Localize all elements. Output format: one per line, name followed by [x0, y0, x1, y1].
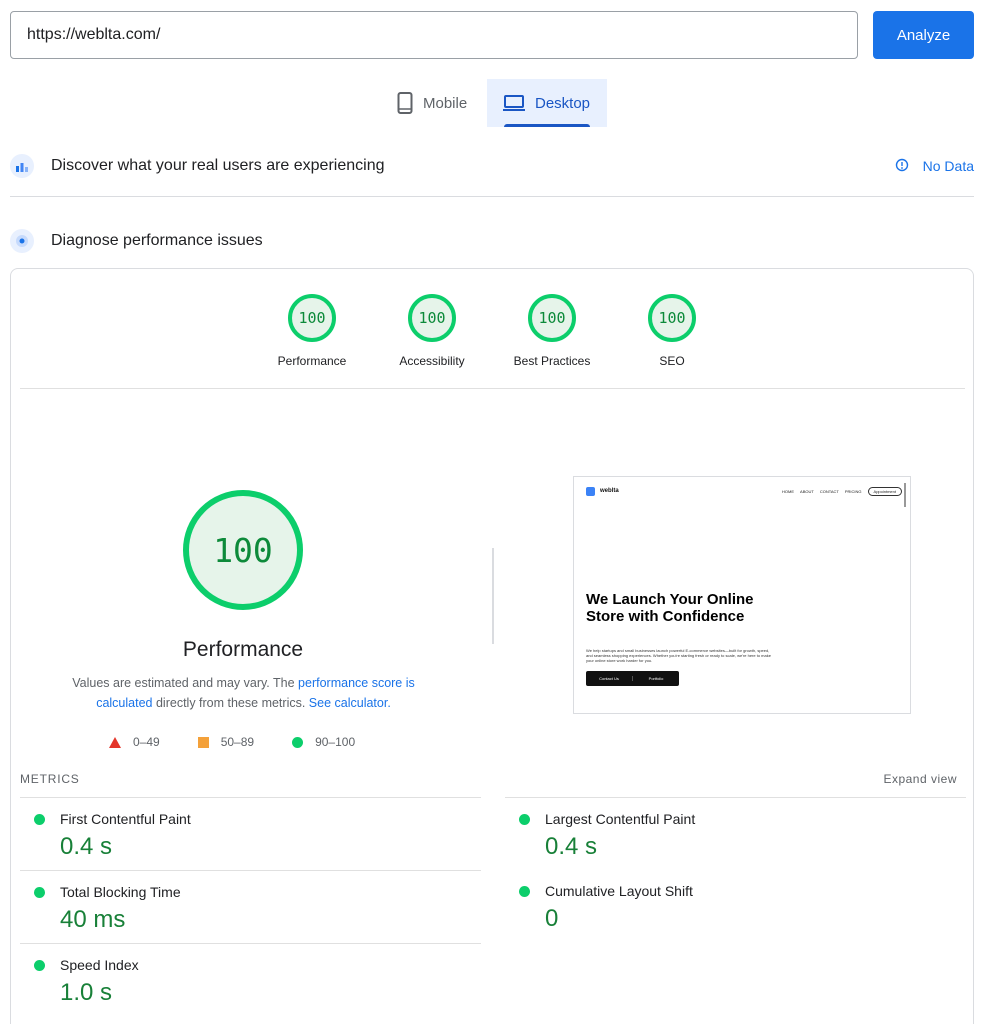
metric-lcp: Largest Contentful Paint 0.4 s: [505, 797, 966, 870]
thumb-nav: weblta HOME ABOUT CONTACT PRICING Appoin…: [586, 484, 902, 498]
tab-desktop-label: Desktop: [535, 94, 591, 112]
pass-dot-icon: [519, 814, 530, 825]
gauge-performance[interactable]: 100 Performance: [252, 294, 372, 368]
pass-dot-icon: [34, 887, 45, 898]
gauge-seo-score: 100: [648, 294, 696, 342]
gauge-accessibility-score: 100: [408, 294, 456, 342]
gauge-performance-label: Performance: [277, 354, 347, 368]
gauge-best-practices-label: Best Practices: [513, 354, 591, 368]
thumb-headline: We Launch Your Online Store with Confide…: [586, 591, 754, 625]
metric-value: 0.4 s: [545, 833, 598, 860]
thumb-logo-text: weblta: [600, 488, 619, 494]
gauge-best-practices-score: 100: [528, 294, 576, 342]
performance-big-gauge: 100: [183, 490, 303, 610]
tab-desktop[interactable]: Desktop: [487, 79, 607, 127]
thumb-link-about: ABOUT: [800, 488, 814, 494]
gauge-seo-label: SEO: [659, 354, 685, 368]
score-gauges: 100 Performance 100 Accessibility 100 Be…: [11, 294, 973, 374]
square-icon: [197, 736, 209, 748]
expand-view-toggle[interactable]: Expand view: [883, 772, 957, 786]
diagnose-icon: [10, 229, 34, 253]
metrics-header: METRICS Expand view: [20, 772, 957, 786]
lab-data-section: Diagnose performance issues: [10, 221, 974, 261]
metric-fcp: First Contentful Paint 0.4 s: [20, 797, 481, 870]
no-data-label: No Data: [922, 158, 974, 174]
metric-name: First Contentful Paint: [60, 811, 191, 827]
legend-pass: 90–100: [292, 735, 355, 749]
gauge-accessibility[interactable]: 100 Accessibility: [372, 294, 492, 368]
thumb-link-contact: CONTACT: [819, 488, 839, 494]
laptop-icon: [503, 94, 525, 112]
gauges-divider: [20, 388, 965, 389]
device-tabs: Mobile Desktop: [381, 79, 607, 127]
analyze-button[interactable]: Analyze: [873, 11, 974, 59]
performance-description: Values are estimated and may vary. The p…: [51, 673, 436, 713]
legend-average: 50–89: [197, 735, 255, 749]
thumb-link-pricing: PRICING: [844, 488, 862, 494]
vertical-divider: [492, 548, 494, 644]
thumb-buttons: Contact Us Portfolio: [586, 671, 679, 686]
score-legend: 0–49 50–89 90–100: [109, 735, 355, 749]
lab-data-title: Diagnose performance issues: [51, 232, 263, 249]
no-data-status[interactable]: No Data: [895, 158, 974, 175]
performance-title: Performance: [182, 638, 304, 661]
metric-name: Cumulative Layout Shift: [545, 883, 693, 899]
thumb-link-home: HOME: [782, 488, 795, 494]
see-calculator-link[interactable]: See calculator.: [309, 696, 391, 710]
url-input[interactable]: [10, 11, 858, 59]
desc-text-2: directly from these metrics.: [152, 696, 309, 710]
thumb-contact-button: Contact Us: [599, 676, 619, 681]
thumb-appointment-button: Appointment: [867, 486, 902, 496]
metric-si: Speed Index 1.0 s: [20, 943, 481, 1016]
legend-fail-label: 0–49: [133, 735, 160, 749]
pass-dot-icon: [34, 814, 45, 825]
metric-name: Largest Contentful Paint: [545, 811, 696, 827]
section-divider: [10, 196, 974, 197]
metric-value: 1.0 s: [60, 979, 113, 1006]
metric-value: 40 ms: [60, 906, 126, 933]
metric-name: Speed Index: [60, 957, 139, 973]
users-chart-icon: [10, 154, 34, 178]
circle-icon: [292, 736, 304, 748]
legend-average-label: 50–89: [220, 735, 255, 749]
report-card: 100 Performance 100 Accessibility 100 Be…: [10, 268, 974, 1024]
thumb-portfolio-button: Portfolio: [632, 676, 679, 681]
thumb-logo-icon: [586, 486, 595, 496]
field-data-title: Discover what your real users are experi…: [51, 157, 385, 174]
field-data-section: Discover what your real users are experi…: [10, 146, 974, 186]
legend-pass-label: 90–100: [315, 735, 356, 749]
metric-value: 0: [545, 905, 559, 932]
desc-text-1: Values are estimated and may vary. The: [72, 676, 299, 690]
metrics-heading: METRICS: [20, 772, 80, 786]
legend-fail: 0–49: [109, 735, 160, 749]
gauge-performance-score: 100: [288, 294, 336, 342]
pass-dot-icon: [519, 886, 530, 897]
thumb-paragraph: We help startups and small businesses la…: [586, 648, 771, 663]
info-icon: [895, 158, 909, 175]
metric-cls: Cumulative Layout Shift 0: [505, 870, 966, 943]
gauge-seo[interactable]: 100 SEO: [612, 294, 732, 368]
metric-value: 0.4 s: [60, 833, 113, 860]
pass-dot-icon: [34, 960, 45, 971]
metric-tbt: Total Blocking Time 40 ms: [20, 870, 481, 943]
triangle-icon: [109, 736, 121, 748]
tab-mobile-label: Mobile: [423, 94, 468, 112]
gauge-best-practices[interactable]: 100 Best Practices: [492, 294, 612, 368]
phone-icon: [397, 92, 413, 114]
gauge-accessibility-label: Accessibility: [399, 354, 465, 368]
tab-mobile[interactable]: Mobile: [381, 79, 487, 127]
final-screenshot: weblta HOME ABOUT CONTACT PRICING Appoin…: [573, 476, 911, 714]
thumb-nav-links: HOME ABOUT CONTACT PRICING Appointment: [782, 486, 902, 496]
metric-name: Total Blocking Time: [60, 884, 181, 900]
thumb-scrollbar: [904, 483, 906, 507]
